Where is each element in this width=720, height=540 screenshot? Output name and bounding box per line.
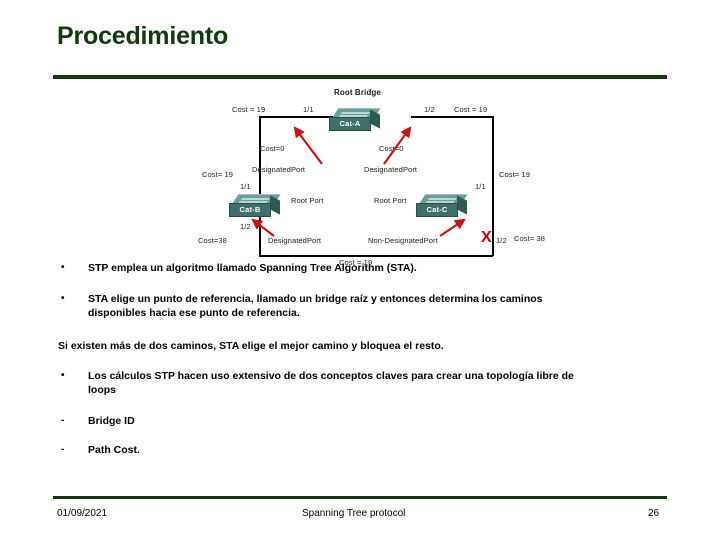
dash-marker-2: - <box>61 444 65 455</box>
cost-mid-left-label: Cost= 19 <box>202 170 234 179</box>
topology-link-left <box>259 116 261 256</box>
bullet-marker-1: • <box>61 262 65 273</box>
non-designated-port-bottom-label: Non-DesignatedPort <box>368 236 438 245</box>
dash-marker-1: - <box>61 415 65 426</box>
topology-link-bottom <box>259 255 493 257</box>
switch-cat-a: Cat-A <box>329 108 381 134</box>
switch-side-face <box>270 195 280 215</box>
cost-mid-right-label: Cost= 19 <box>499 170 531 179</box>
port-b-top-label: 1/1 <box>240 182 251 191</box>
content-item-2-line1: STA elige un punto de referencia, llamad… <box>88 293 543 305</box>
cost-bottom-right-label: Cost= 38 <box>514 234 546 243</box>
topology-link-right <box>492 116 494 256</box>
port-c-top-label: 1/1 <box>475 182 486 191</box>
topology-link-top-right <box>411 116 493 118</box>
content-item-1: STP emplea un algoritmo llamado Spanning… <box>88 262 417 274</box>
footer-title: Spanning Tree protocol <box>302 508 406 519</box>
footer-page-number: 26 <box>648 508 660 519</box>
switch-side-face <box>370 109 380 129</box>
switch-cat-c-label: Cat-C <box>426 205 448 214</box>
root-port-left-label: Root Port <box>291 196 324 205</box>
bullet-marker-3: • <box>61 370 65 381</box>
port-a-left-label: 1/1 <box>303 105 314 114</box>
footer-date: 01/09/2021 <box>57 508 108 519</box>
designated-port-bottom-label: DesignatedPort <box>268 236 322 245</box>
cost-zero-left-label: Cost=0 <box>260 144 285 153</box>
switch-side-face <box>457 195 467 215</box>
page-title: Procedimiento <box>57 22 229 50</box>
footer-divider <box>53 496 667 499</box>
cost-top-left-label: Cost = 19 <box>232 105 266 114</box>
root-bridge-label: Root Bridge <box>334 88 381 97</box>
port-a-right-label: 1/2 <box>424 105 435 114</box>
title-divider <box>53 75 667 79</box>
designated-port-top-right-label: DesignatedPort <box>364 165 418 174</box>
content-item-6: Path Cost. <box>88 444 140 456</box>
designated-port-top-left-label: DesignatedPort <box>252 165 306 174</box>
bullet-marker-2: • <box>61 293 65 304</box>
root-bridge-caption-text: Root Bridge <box>334 88 381 97</box>
cost-top-right-label: Cost = 19 <box>454 105 488 114</box>
switch-cat-b-label: Cat-B <box>239 205 261 214</box>
port-b-bottom-label: 1/2 <box>240 222 251 231</box>
content-item-3: Si existen más de dos caminos, STA elige… <box>58 340 444 352</box>
stp-topology-diagram: Root Bridge Cost = 19 1/1 1/2 Cost = 19 … <box>196 86 545 267</box>
cost-bottom-left-label: Cost=38 <box>198 236 227 245</box>
content-item-4-line1: Los cálculos STP hacen uso extensivo de … <box>88 370 574 382</box>
content-item-5: Bridge ID <box>88 415 135 427</box>
cost-zero-right-label: Cost=0 <box>379 144 404 153</box>
content-item-4-line2: loops <box>88 384 116 396</box>
port-c-bottom-label: 1/2 <box>496 236 507 245</box>
switch-cat-c: Cat-C <box>416 194 468 220</box>
switch-cat-a-label: Cat-A <box>339 119 361 128</box>
blocked-port-x-icon: X <box>481 229 492 246</box>
switch-cat-b: Cat-B <box>229 194 281 220</box>
root-port-right-label: Root Port <box>374 196 407 205</box>
content-item-2-line2: disponibles hacia ese punto de referenci… <box>88 307 300 319</box>
